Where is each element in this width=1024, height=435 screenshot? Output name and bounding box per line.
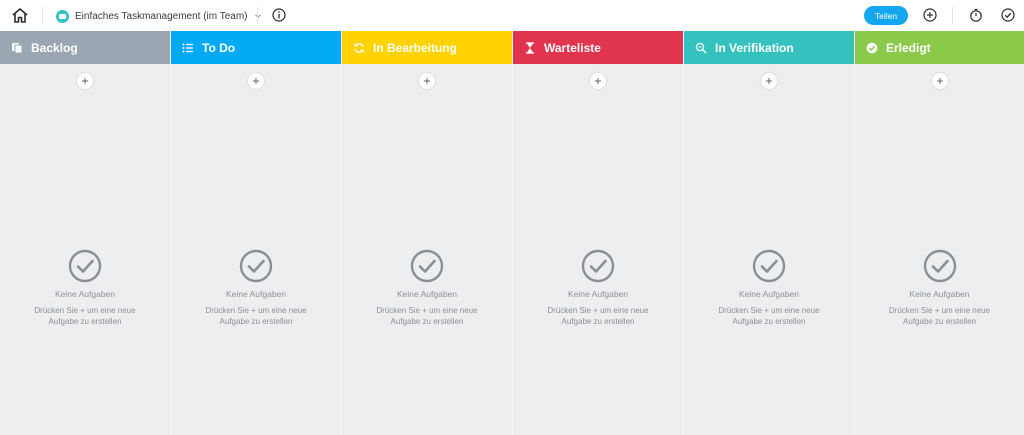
column-title: Erledigt xyxy=(886,40,931,55)
project-name: Einfaches Taskmanagement (im Team) xyxy=(75,10,248,22)
hourglass-icon xyxy=(526,41,534,54)
info-icon[interactable] xyxy=(272,8,286,22)
empty-state: Keine Aufgaben Drücken Sie + um eine neu… xyxy=(342,249,512,327)
kanban-board: Backlog Keine Aufgaben Drücken Sie + um … xyxy=(0,31,1024,435)
column-title: In Verifikation xyxy=(715,40,794,55)
add-task-button[interactable] xyxy=(590,73,606,89)
column-title: Backlog xyxy=(31,40,78,55)
empty-state: Keine Aufgaben Drücken Sie + um eine neu… xyxy=(171,249,341,327)
check-circle-icon xyxy=(752,249,786,283)
plus-icon xyxy=(766,78,772,84)
add-circle-icon[interactable] xyxy=(923,8,937,22)
refresh-icon xyxy=(353,42,365,53)
empty-hint: Drücken Sie + um eine neue Aufgabe zu er… xyxy=(888,306,991,326)
add-task-button[interactable] xyxy=(419,73,435,89)
column-header: In Bearbeitung xyxy=(342,31,512,64)
column-in-bearbeitung: In Bearbeitung Keine Aufgaben Drücken Si… xyxy=(342,31,513,435)
plus-icon xyxy=(424,78,430,84)
search-icon xyxy=(695,42,707,54)
divider xyxy=(952,7,953,24)
empty-state: Keine Aufgaben Drücken Sie + um eine neu… xyxy=(0,249,170,327)
column-header: To Do xyxy=(171,31,341,64)
empty-state: Keine Aufgaben Drücken Sie + um eine neu… xyxy=(684,249,854,327)
check-circle-icon xyxy=(866,42,878,53)
divider xyxy=(42,7,43,24)
empty-hint: Drücken Sie + um eine neue Aufgabe zu er… xyxy=(34,306,136,326)
divider xyxy=(257,7,258,24)
column-warteliste: Warteliste Keine Aufgaben Drücken Sie + … xyxy=(513,31,684,435)
plus-icon xyxy=(936,78,943,84)
project-icon xyxy=(56,9,69,23)
column-title: In Bearbeitung xyxy=(373,40,458,55)
empty-state: Keine Aufgaben Drücken Sie + um eine neu… xyxy=(513,249,683,327)
empty-title: Keine Aufgaben xyxy=(567,289,629,299)
column-to-do: To Do Keine Aufgaben Drücken Sie + um ei… xyxy=(171,31,342,435)
empty-title: Keine Aufgaben xyxy=(909,289,970,299)
column-backlog: Backlog Keine Aufgaben Drücken Sie + um … xyxy=(0,31,171,435)
empty-hint: Drücken Sie + um eine neue Aufgabe zu er… xyxy=(205,306,307,326)
check-circle-icon xyxy=(923,249,956,283)
add-task-button[interactable] xyxy=(931,73,948,89)
empty-title: Keine Aufgaben xyxy=(396,289,458,299)
list-icon xyxy=(182,43,193,52)
column-in-verifikation: In Verifikation Keine Aufgaben Drücken S… xyxy=(684,31,855,435)
empty-hint: Drücken Sie + um eine neue Aufgabe zu er… xyxy=(718,306,820,326)
copy-icon xyxy=(12,42,23,53)
column-header: Backlog xyxy=(0,31,170,64)
plus-icon xyxy=(82,78,88,84)
column-header: Warteliste xyxy=(513,31,683,64)
column-title: Warteliste xyxy=(544,40,601,55)
empty-hint: Drücken Sie + um eine neue Aufgabe zu er… xyxy=(547,306,649,326)
empty-hint: Drücken Sie + um eine neue Aufgabe zu er… xyxy=(376,306,478,326)
empty-state: Keine Aufgaben Drücken Sie + um eine neu… xyxy=(855,249,1024,327)
check-circle-icon[interactable] xyxy=(1001,8,1015,22)
empty-title: Keine Aufgaben xyxy=(54,289,116,299)
top-bar: Einfaches Taskmanagement (im Team) Teile… xyxy=(0,0,1024,31)
check-circle-icon xyxy=(581,249,615,283)
share-button[interactable]: Teilen xyxy=(864,6,908,25)
plus-icon xyxy=(253,78,259,84)
plus-icon xyxy=(595,78,601,84)
add-task-button[interactable] xyxy=(761,73,777,89)
add-task-button[interactable] xyxy=(77,73,93,89)
column-erledigt: Erledigt Keine Aufgaben Drücken Sie + um… xyxy=(855,31,1024,435)
empty-title: Keine Aufgaben xyxy=(738,289,800,299)
column-header: Erledigt xyxy=(855,31,1024,64)
project-selector[interactable]: Einfaches Taskmanagement (im Team) xyxy=(56,7,262,25)
home-icon[interactable] xyxy=(11,7,29,24)
check-circle-icon xyxy=(410,249,444,283)
add-task-button[interactable] xyxy=(248,73,264,89)
column-title: To Do xyxy=(202,40,236,55)
column-header: In Verifikation xyxy=(684,31,854,64)
empty-title: Keine Aufgaben xyxy=(225,289,287,299)
stopwatch-icon[interactable] xyxy=(969,8,983,22)
check-circle-icon xyxy=(239,249,273,283)
check-circle-icon xyxy=(68,249,102,283)
